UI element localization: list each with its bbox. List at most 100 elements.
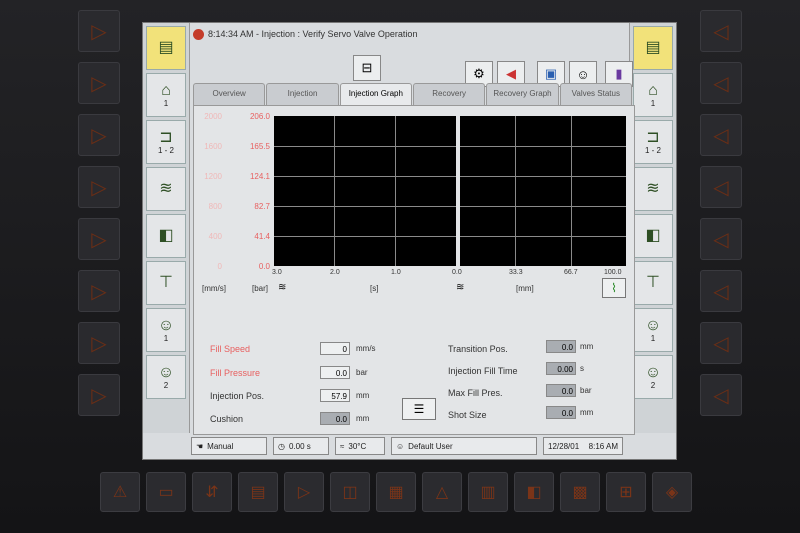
hw-softkey-r2[interactable]: ◁ <box>700 62 742 104</box>
sidebar-btn-operator-2[interactable]: ☺ 2 <box>146 355 186 399</box>
transition-pos-unit: mm <box>580 342 594 351</box>
file-cabinet-icon: ▤ <box>158 39 174 56</box>
hw-bottom-key[interactable]: ▩ <box>560 472 600 512</box>
operator-icon: ☺ <box>157 363 175 381</box>
tab-overview[interactable]: Overview <box>193 83 266 105</box>
tab-injection-graph[interactable]: Injection Graph <box>339 83 412 105</box>
x-pos-label: 33.3 <box>509 269 523 276</box>
sidebar-btn-operator-2-r[interactable]: ☺ 2 <box>633 355 673 399</box>
hw-softkey-r3[interactable]: ◁ <box>700 114 742 156</box>
fill-pressure-label: Fill Pressure <box>210 368 261 378</box>
sidebar-btn-screw-r[interactable]: ≋ <box>633 167 673 211</box>
hw-bottom-key[interactable]: ⊞ <box>606 472 646 512</box>
hw-softkey-r7[interactable]: ◁ <box>700 322 742 364</box>
mode-indicator[interactable]: ☚ Manual <box>191 437 267 455</box>
mold-icon: ◧ <box>158 227 174 244</box>
file-cabinet-icon: ▤ <box>645 39 661 56</box>
max-fill-pres-value: 0.0 <box>546 384 576 397</box>
speaker-mute-icon: ◀ <box>506 66 516 81</box>
hw-bottom-key[interactable]: ▦ <box>376 472 416 512</box>
fill-speed-value: 0 <box>320 342 350 355</box>
hw-bottom-key[interactable]: ▥ <box>468 472 508 512</box>
sidebar-btn-mold[interactable]: ◧ <box>146 214 186 258</box>
hw-softkey-2[interactable]: ▷ <box>78 62 120 104</box>
sidebar-btn-screw[interactable]: ≋ <box>146 167 186 211</box>
cushion-unit: mm <box>356 414 370 423</box>
hw-bottom-key[interactable]: ◧ <box>514 472 554 512</box>
sidebar-btn-operator-1[interactable]: ☺ 1 <box>146 308 186 352</box>
grid-line <box>274 176 456 177</box>
hw-softkey-r6[interactable]: ◁ <box>700 270 742 312</box>
y-speed-label: 800 <box>208 202 222 211</box>
hw-softkey-r1[interactable]: ◁ <box>700 10 742 52</box>
hw-softkey-r8[interactable]: ◁ <box>700 374 742 416</box>
hw-bottom-key[interactable]: ◫ <box>330 472 370 512</box>
hw-softkey-7[interactable]: ▷ <box>78 322 120 364</box>
x-time-label: 0.0 <box>452 269 462 276</box>
hw-bottom-key[interactable]: ⇵ <box>192 472 232 512</box>
injection-unit-button[interactable]: ⊟ <box>353 55 381 81</box>
hw-softkey-1[interactable]: ▷ <box>78 10 120 52</box>
machine-icon: ⌂ <box>161 81 171 99</box>
sidebar-btn-cabinet[interactable]: ▤ <box>146 26 186 70</box>
sidebar-btn-nozzle-r[interactable]: ⊤ <box>633 261 673 305</box>
date-time: 12/28/01 8:16 AM <box>543 437 623 455</box>
injection-graph-panel: 2000 1600 1200 800 400 0 206.0 165.5 124… <box>193 105 635 435</box>
sidebar-btn-machine-r[interactable]: ⌂ 1 <box>633 73 673 117</box>
y-speed-label: 0 <box>217 262 222 271</box>
hw-bottom-key[interactable]: ▷ <box>284 472 324 512</box>
grid-line <box>334 116 335 266</box>
sidebar-btn-clamp-r[interactable]: ⊐ 1 - 2 <box>633 120 673 164</box>
injection-unit-icon: ⊟ <box>361 60 373 75</box>
sidebar-btn-operator-1-r[interactable]: ☺ 1 <box>633 308 673 352</box>
injection-pos-unit: mm <box>356 391 370 400</box>
hw-softkey-8[interactable]: ▷ <box>78 374 120 416</box>
sidebar-btn-machine[interactable]: ⌂ 1 <box>146 73 186 117</box>
nozzle-icon: ⊤ <box>159 274 173 291</box>
unit-pressure: [bar] <box>252 284 269 293</box>
grid-line <box>274 206 456 207</box>
y-pressure-label: 0.0 <box>258 262 270 271</box>
hw-softkey-3[interactable]: ▷ <box>78 114 120 156</box>
hw-bottom-key[interactable]: △ <box>422 472 462 512</box>
screw-icon: ≋ <box>159 180 173 197</box>
shot-size-unit: mm <box>580 408 594 417</box>
x-pos-label: 66.7 <box>564 269 578 276</box>
injection-fill-time-value: 0.00 <box>546 362 576 375</box>
current-user[interactable]: ☺ Default User <box>391 437 537 455</box>
hw-softkey-r5[interactable]: ◁ <box>700 218 742 260</box>
tab-recovery[interactable]: Recovery <box>412 83 486 105</box>
graph-options-button[interactable]: ⌇ <box>602 278 626 298</box>
cycle-timer: ◷ 0.00 s <box>273 437 329 455</box>
sidebar-btn-clamp[interactable]: ⊐ 1 - 2 <box>146 120 186 164</box>
tab-valves-status[interactable]: Valves Status <box>559 83 632 105</box>
book-icon: ▮ <box>615 66 623 81</box>
hw-softkey-4[interactable]: ▷ <box>78 166 120 208</box>
list-button[interactable]: ☰ <box>402 398 436 420</box>
sidebar-btn-mold-r[interactable]: ◧ <box>633 214 673 258</box>
grid-line <box>460 206 626 207</box>
tab-injection[interactable]: Injection <box>266 83 339 105</box>
hw-bottom-key[interactable]: ▭ <box>146 472 186 512</box>
hw-softkey-5[interactable]: ▷ <box>78 218 120 260</box>
grid-line <box>274 236 456 237</box>
hmi-screen: 8:14:34 AM - Injection : Verify Servo Va… <box>142 22 677 460</box>
transition-pos-label: Transition Pos. <box>448 344 508 354</box>
sidebar-btn-cabinet-r[interactable]: ▤ <box>633 26 673 70</box>
right-sidebar: ▤ ⌂ 1 ⊐ 1 - 2 ≋ ◧ ⊤ ☺ 1 ☺ 2 <box>629 23 676 433</box>
hw-bottom-key[interactable]: ⚠ <box>100 472 140 512</box>
hw-softkey-6[interactable]: ▷ <box>78 270 120 312</box>
grid-line <box>460 146 626 147</box>
hw-bottom-key[interactable]: ▤ <box>238 472 278 512</box>
grid-line <box>395 116 396 266</box>
stopwatch-icon: ◷ <box>278 441 285 451</box>
tab-recovery-graph[interactable]: Recovery Graph <box>486 83 559 105</box>
hw-softkey-r4[interactable]: ◁ <box>700 166 742 208</box>
hw-bottom-key[interactable]: ◈ <box>652 472 692 512</box>
user-login-icon: ☺ <box>576 66 590 82</box>
sidebar-btn-nozzle[interactable]: ⊤ <box>146 261 186 305</box>
unit-time: [s] <box>370 284 379 293</box>
shot-size-value: 0.0 <box>546 406 576 419</box>
y-speed-label: 2000 <box>204 112 222 121</box>
alarm-icon[interactable] <box>193 28 204 40</box>
